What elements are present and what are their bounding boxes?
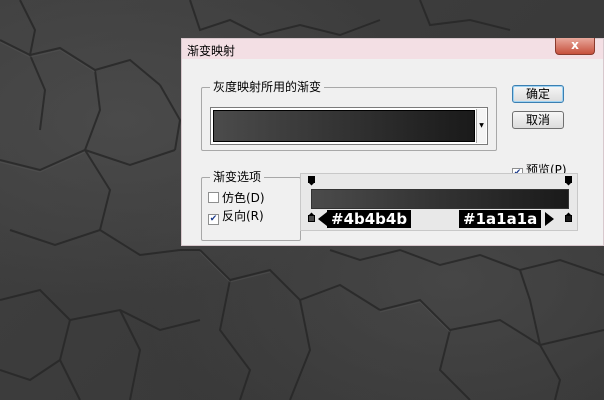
opacity-stop-icon[interactable] [308, 176, 315, 186]
arrow-right-icon [545, 212, 554, 226]
gradient-map-dialog: 渐变映射 x 灰度映射所用的渐变 ▼ 确定 取消 ✔预览(P) 渐变选项 仿色(… [181, 38, 604, 246]
gradient-options-label: 渐变选项 [210, 170, 265, 184]
gradient-bar[interactable] [311, 189, 569, 209]
dither-checkbox[interactable] [208, 192, 219, 203]
gradient-options-group: 渐变选项 仿色(D) ✔ 反向(R) [201, 170, 301, 241]
ok-button[interactable]: 确定 [512, 85, 564, 103]
dither-option[interactable]: 仿色(D) [208, 191, 265, 205]
dialog-body: 灰度映射所用的渐变 ▼ 确定 取消 ✔预览(P) 渐变选项 仿色(D) ✔反向(… [185, 59, 600, 243]
gradient-group: 灰度映射所用的渐变 ▼ [201, 80, 497, 151]
opacity-stop-icon[interactable] [565, 176, 572, 186]
close-icon: x [571, 38, 579, 52]
title-bar[interactable]: 渐变映射 x [182, 38, 603, 59]
dither-label: 仿色(D) [222, 191, 265, 205]
right-color-label: #1a1a1a [459, 210, 542, 228]
gradient-preview-swatch[interactable] [213, 110, 475, 142]
reverse-option[interactable]: ✔ 反向(R) [208, 209, 264, 225]
color-stop-icon[interactable] [565, 212, 572, 222]
color-stop-icon[interactable] [308, 212, 315, 222]
chevron-down-icon[interactable]: ▼ [476, 109, 486, 143]
close-button[interactable]: x [555, 38, 595, 55]
dropdown-glyph: ▼ [479, 122, 484, 129]
reverse-label: 反向(R) [222, 209, 264, 223]
reverse-checkbox[interactable]: ✔ [208, 214, 219, 225]
cancel-button[interactable]: 取消 [512, 111, 564, 129]
arrow-left-icon [318, 212, 327, 226]
left-color-label: #4b4b4b [327, 210, 412, 228]
gradient-picker[interactable]: ▼ [210, 107, 488, 145]
gradient-group-label: 灰度映射所用的渐变 [210, 80, 325, 94]
gradient-editor-panel: #4b4b4b #1a1a1a [300, 173, 578, 231]
dialog-title: 渐变映射 [187, 44, 236, 58]
